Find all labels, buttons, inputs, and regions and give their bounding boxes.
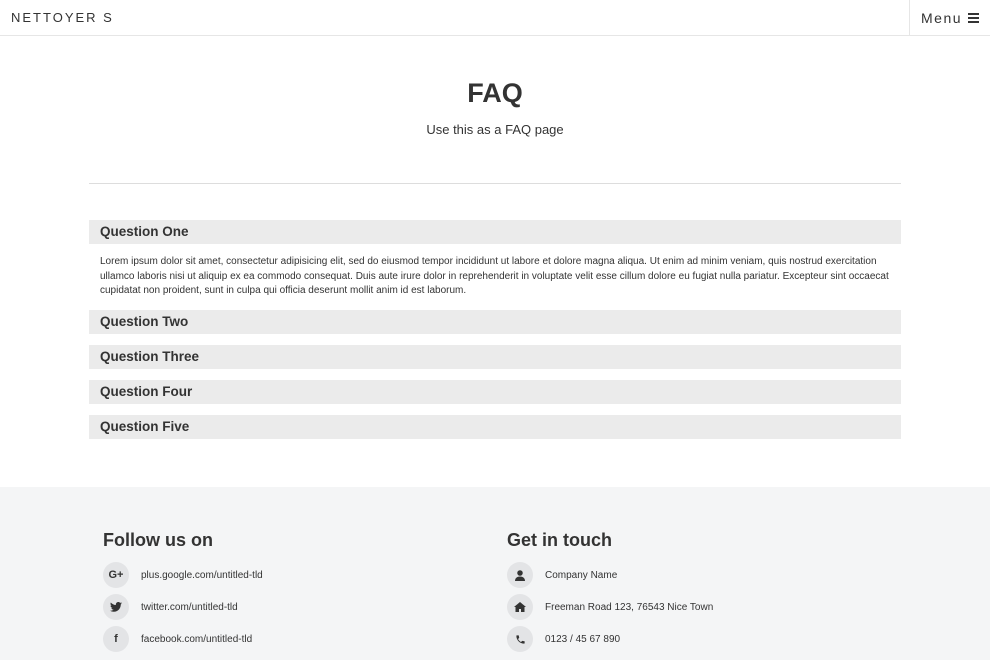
faq-question-five[interactable]: Question Five [89, 414, 901, 439]
social-link-text[interactable]: twitter.com/untitled-tld [141, 602, 238, 613]
top-navbar: NETTOYER S Menu [0, 0, 990, 36]
google-plus-icon: G+ [103, 562, 129, 588]
faq-question-four[interactable]: Question Four [89, 379, 901, 404]
divider [89, 183, 901, 184]
faq-question-three[interactable]: Question Three [89, 344, 901, 369]
home-icon [507, 594, 533, 620]
social-link-text[interactable]: plus.google.com/untitled-tld [141, 570, 263, 581]
facebook-icon: f [103, 626, 129, 652]
page-subtitle: Use this as a FAQ page [426, 122, 564, 137]
social-link-twitter[interactable]: twitter.com/untitled-tld [103, 594, 238, 620]
footer: Follow us on G+ plus.google.com/untitled… [0, 487, 990, 660]
page-title: FAQ [467, 78, 523, 108]
faq-answer-one: Lorem ipsum dolor sit amet, consectetur … [100, 256, 889, 296]
contact-company: Company Name [507, 562, 617, 588]
phone-icon [507, 626, 533, 652]
menu-button[interactable]: Menu [909, 0, 990, 36]
menu-label: Menu [921, 10, 963, 26]
follow-us-section: Follow us on G+ plus.google.com/untitled… [103, 530, 263, 652]
get-in-touch-section: Get in touch Company Name Freeman Road 1… [507, 530, 713, 652]
twitter-icon [103, 594, 129, 620]
contact-text: Company Name [545, 569, 618, 581]
social-link-facebook[interactable]: f facebook.com/untitled-tld [103, 626, 252, 652]
hamburger-icon [968, 13, 980, 23]
follow-us-title: Follow us on [103, 530, 213, 550]
contact-address: Freeman Road 123, 76543 Nice Town [507, 594, 713, 620]
social-link-google-plus[interactable]: G+ plus.google.com/untitled-tld [103, 562, 263, 588]
faq-spacer [89, 369, 901, 380]
faq-list: Question One Lorem ipsum dolor sit amet,… [89, 220, 901, 439]
social-link-text[interactable]: facebook.com/untitled-tld [141, 634, 252, 645]
brand-logo[interactable]: NETTOYER S [11, 10, 114, 25]
faq-question-one[interactable]: Question One [89, 220, 901, 244]
contact-phone[interactable]: 0123 / 45 67 890 [507, 626, 620, 652]
faq-question-two[interactable]: Question Two [89, 309, 901, 334]
contact-text[interactable]: 0123 / 45 67 890 [545, 634, 620, 645]
get-in-touch-title: Get in touch [507, 530, 612, 550]
user-icon [507, 562, 533, 588]
contact-text: Freeman Road 123, 76543 Nice Town [545, 601, 714, 613]
faq-spacer [89, 404, 901, 415]
faq-spacer [89, 334, 901, 345]
